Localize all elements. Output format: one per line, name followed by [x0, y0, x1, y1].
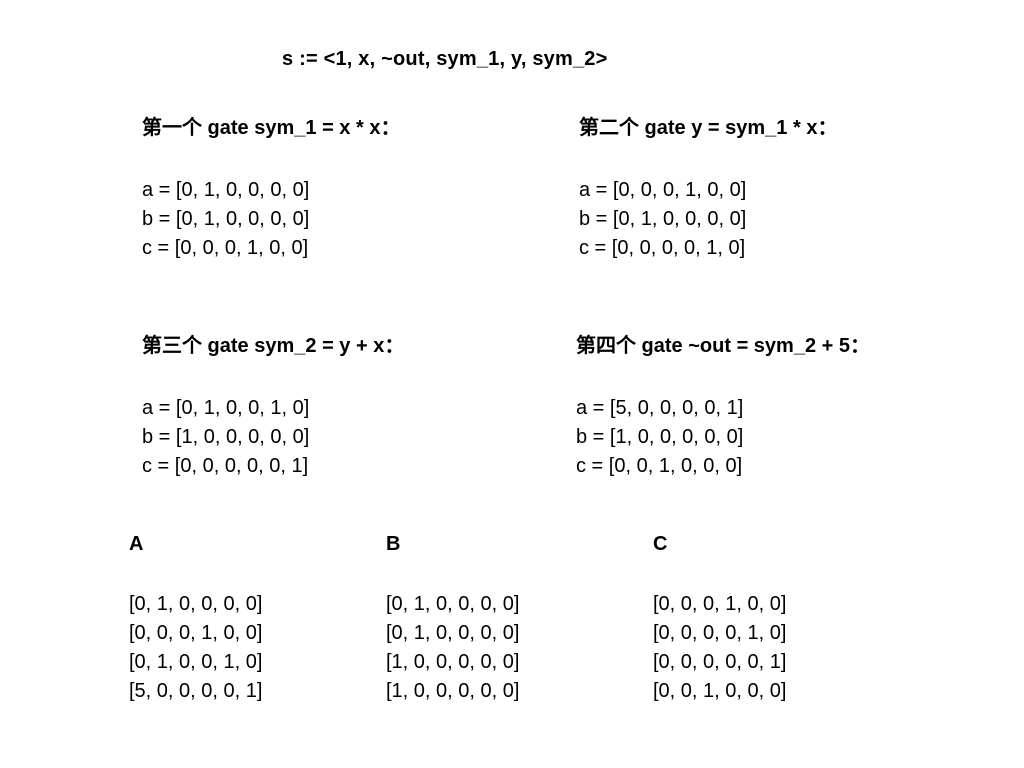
gate-4-block: 第四个 gate ~out = sym_2 + 5： a = [5, 0, 0,…	[576, 329, 870, 481]
gate-4-vector-c: c = [0, 0, 1, 0, 0, 0]	[576, 455, 743, 477]
matrix-b-block: B [0, 1, 0, 0, 0, 0] [0, 1, 0, 0, 0, 0] …	[386, 533, 519, 706]
gate-2-heading: 第二个 gate y = sym_1 * x：	[579, 117, 838, 139]
gate-3-block: 第三个 gate sym_2 = y + x： a = [0, 1, 0, 0,…	[142, 329, 404, 481]
gate-1-block: 第一个 gate sym_1 = x * x： a = [0, 1, 0, 0,…	[142, 111, 400, 263]
matrix-a-row: [0, 0, 0, 1, 0, 0]	[129, 622, 263, 644]
gate-2-vector-a: a = [0, 0, 0, 1, 0, 0]	[579, 179, 747, 201]
gate-4-vector-b: b = [1, 0, 0, 0, 0, 0]	[576, 426, 744, 448]
gate-3-vector-b: b = [1, 0, 0, 0, 0, 0]	[142, 426, 310, 448]
matrix-a-row: [0, 1, 0, 0, 1, 0]	[129, 651, 263, 673]
gate-4-vector-a: a = [5, 0, 0, 0, 0, 1]	[576, 397, 744, 419]
gate-3-vector-a: a = [0, 1, 0, 0, 1, 0]	[142, 397, 310, 419]
gate-1-heading: 第一个 gate sym_1 = x * x：	[142, 117, 401, 139]
matrix-a-heading: A	[129, 533, 144, 555]
gate-2-vector-b: b = [0, 1, 0, 0, 0, 0]	[579, 208, 747, 230]
matrix-a-row: [5, 0, 0, 0, 0, 1]	[129, 680, 263, 702]
matrix-c-row: [0, 0, 1, 0, 0, 0]	[653, 680, 787, 702]
gate-1-vector-c: c = [0, 0, 0, 1, 0, 0]	[142, 237, 309, 259]
matrix-b-row: [0, 1, 0, 0, 0, 0]	[386, 593, 520, 615]
gate-3-vector-c: c = [0, 0, 0, 0, 0, 1]	[142, 455, 309, 477]
matrix-c-row: [0, 0, 0, 1, 0, 0]	[653, 593, 787, 615]
gate-1-vector-a: a = [0, 1, 0, 0, 0, 0]	[142, 179, 310, 201]
matrix-c-heading: C	[653, 533, 668, 555]
matrix-b-row: [1, 0, 0, 0, 0, 0]	[386, 680, 520, 702]
matrix-c-row: [0, 0, 0, 0, 0, 1]	[653, 651, 787, 673]
gate-2-vector-c: c = [0, 0, 0, 0, 1, 0]	[579, 237, 746, 259]
matrix-b-row: [1, 0, 0, 0, 0, 0]	[386, 651, 520, 673]
matrix-a-row: [0, 1, 0, 0, 0, 0]	[129, 593, 263, 615]
matrix-c-row: [0, 0, 0, 0, 1, 0]	[653, 622, 787, 644]
matrix-c-block: C [0, 0, 0, 1, 0, 0] [0, 0, 0, 0, 1, 0] …	[653, 533, 786, 706]
gate-3-heading: 第三个 gate sym_2 = y + x：	[142, 335, 405, 357]
gate-2-block: 第二个 gate y = sym_1 * x： a = [0, 0, 0, 1,…	[579, 111, 837, 263]
gate-4-heading: 第四个 gate ~out = sym_2 + 5：	[576, 335, 870, 357]
gate-1-vector-b: b = [0, 1, 0, 0, 0, 0]	[142, 208, 310, 230]
matrix-b-row: [0, 1, 0, 0, 0, 0]	[386, 622, 520, 644]
page-title: s := <1, x, ~out, sym_1, y, sym_2>	[282, 48, 608, 70]
matrix-a-block: A [0, 1, 0, 0, 0, 0] [0, 0, 0, 1, 0, 0] …	[129, 533, 262, 706]
matrix-b-heading: B	[386, 533, 401, 555]
